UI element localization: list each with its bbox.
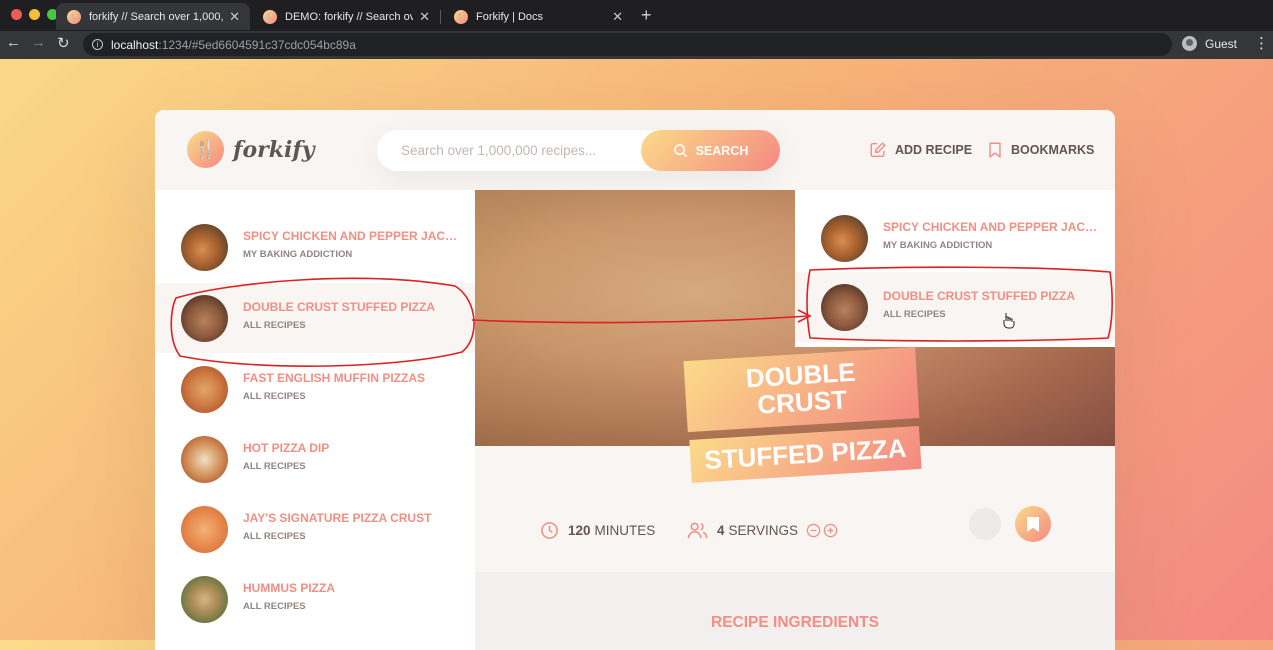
bookmark-icon	[1027, 516, 1039, 532]
tab-title: forkify // Search over 1,000,000 recipes	[89, 10, 224, 23]
cooking-time: 120 MINUTES	[540, 521, 655, 540]
recipe-thumbnail	[181, 436, 228, 483]
close-window-button[interactable]	[11, 9, 22, 20]
clock-icon	[541, 522, 558, 539]
fork-knife-icon: 🍴	[187, 131, 224, 168]
back-arrow-icon[interactable]: ←	[6, 34, 21, 51]
result-item[interactable]: SPICY CHICKEN AND PEPPER JACK PIZZA MY B…	[155, 212, 475, 282]
info-icon[interactable]: i	[92, 39, 103, 50]
bookmark-publisher: MY BAKING ADDICTION	[883, 240, 993, 251]
browser-tab-1[interactable]: 🍴 forkify // Search over 1,000,000 recip…	[56, 3, 250, 30]
result-item[interactable]: HUMMUS PIZZA ALL RECIPES	[155, 564, 475, 634]
profile-button[interactable]: Guest	[1182, 36, 1237, 51]
bookmark-publisher: ALL RECIPES	[883, 309, 946, 320]
cooking-time-unit: MINUTES	[594, 523, 656, 538]
result-publisher: MY BAKING ADDICTION	[243, 249, 353, 260]
search-input[interactable]	[377, 130, 661, 171]
search-icon	[673, 144, 687, 158]
close-icon[interactable]: ✕	[419, 9, 430, 25]
search-form: SEARCH	[377, 130, 780, 171]
browser-menu-icon[interactable]: ⋮	[1254, 34, 1269, 52]
users-icon	[687, 522, 708, 539]
bookmark-title: SPICY CHICKEN AND PEPPER JACK PIZZA	[883, 220, 1098, 234]
minimize-window-button[interactable]	[29, 9, 40, 20]
bookmark-item[interactable]: SPICY CHICKEN AND PEPPER JACK PIZZA MY B…	[795, 203, 1115, 273]
result-title: HUMMUS PIZZA	[243, 581, 335, 595]
bookmark-item-active[interactable]: DOUBLE CRUST STUFFED PIZZA ALL RECIPES	[795, 272, 1115, 342]
forward-arrow-icon[interactable]: →	[31, 34, 46, 51]
recipe-thumbnail	[181, 295, 228, 342]
forkify-favicon-icon: 🍴	[67, 9, 81, 24]
close-icon[interactable]: ✕	[229, 9, 240, 25]
result-publisher: ALL RECIPES	[243, 461, 306, 472]
address-bar[interactable]: i localhost:1234/#5ed6604591c37cdc054bc8…	[83, 33, 1172, 56]
profile-label: Guest	[1205, 36, 1238, 51]
tab-separator	[440, 10, 441, 24]
bookmark-recipe-button[interactable]	[1015, 506, 1051, 542]
close-icon[interactable]: ✕	[612, 9, 623, 25]
recipe-thumbnail	[821, 215, 868, 262]
add-recipe-button[interactable]: ADD RECIPE	[869, 141, 972, 159]
search-button[interactable]: SEARCH	[641, 130, 780, 171]
recipe-thumbnail	[181, 366, 228, 413]
ingredients-heading: RECIPE INGREDIENTS	[711, 614, 879, 631]
result-title: HOT PIZZA DIP	[243, 441, 330, 455]
servings: 4 SERVINGS	[687, 521, 838, 540]
reload-icon[interactable]: ↻	[57, 34, 70, 52]
browser-tab-3[interactable]: 🍴 Forkify | Docs ✕	[443, 3, 633, 30]
browser-toolbar: ← → ↻ i localhost:1234/#5ed6604591c37cdc…	[0, 31, 1273, 59]
bookmark-title: DOUBLE CRUST STUFFED PIZZA	[883, 289, 1075, 303]
app-header: 🍴 forkify SEARCH ADD RECIPE BOOKMARK	[155, 110, 1115, 190]
recipe-thumbnail	[181, 224, 228, 271]
result-publisher: ALL RECIPES	[243, 601, 306, 612]
recipe-title-line: STUFFED PIZZA	[689, 425, 922, 483]
url-host: localhost	[111, 37, 159, 52]
bookmark-icon	[989, 142, 1001, 159]
url-path: :1234/#5ed6604591c37cdc054bc89a	[158, 37, 356, 52]
servings-unit: SERVINGS	[728, 523, 799, 538]
forkify-favicon-icon: 🍴	[454, 9, 468, 24]
recipe-title: DOUBLE CRUST STUFFED PIZZA	[683, 343, 922, 487]
cooking-time-value: 120	[568, 523, 591, 538]
forkify-favicon-icon: 🍴	[263, 9, 277, 24]
logo[interactable]: 🍴 forkify	[187, 131, 315, 168]
new-tab-button[interactable]: +	[641, 5, 652, 26]
result-publisher: ALL RECIPES	[243, 531, 306, 542]
browser-tab-2[interactable]: 🍴 DEMO: forkify // Search over 1,000,000…	[252, 3, 440, 30]
browser-tab-strip: 🍴 forkify // Search over 1,000,000 recip…	[0, 0, 1273, 31]
bookmarks-label: BOOKMARKS	[1011, 143, 1095, 157]
recipe-thumbnail	[821, 284, 868, 331]
forkify-app: 🍴 forkify SEARCH ADD RECIPE BOOKMARK	[155, 110, 1115, 650]
plus-circle-icon[interactable]	[823, 523, 838, 538]
recipe-title-line: DOUBLE CRUST	[683, 347, 920, 432]
recipe-thumbnail	[181, 506, 228, 553]
logo-text: forkify	[233, 136, 315, 163]
bookmarks-button[interactable]: BOOKMARKS	[987, 141, 1094, 159]
result-title: JAY'S SIGNATURE PIZZA CRUST	[243, 511, 432, 525]
result-publisher: ALL RECIPES	[243, 320, 306, 331]
result-item-active[interactable]: DOUBLE CRUST STUFFED PIZZA ALL RECIPES	[155, 283, 475, 353]
search-button-label: SEARCH	[695, 143, 749, 158]
recipe-ingredients: RECIPE INGREDIENTS	[475, 572, 1115, 650]
bookmarks-dropdown: SPICY CHICKEN AND PEPPER JACK PIZZA MY B…	[795, 190, 1115, 347]
result-item[interactable]: JAY'S SIGNATURE PIZZA CRUST ALL RECIPES	[155, 494, 475, 564]
profile-avatar-icon	[1182, 36, 1197, 51]
tab-title: Forkify | Docs	[476, 10, 544, 23]
result-item[interactable]: HOT PIZZA DIP ALL RECIPES	[155, 424, 475, 494]
servings-controls	[806, 523, 838, 538]
result-title: FAST ENGLISH MUFFIN PIZZAS	[243, 371, 425, 385]
result-title: SPICY CHICKEN AND PEPPER JACK PIZZA	[243, 229, 458, 243]
result-item[interactable]: FAST ENGLISH MUFFIN PIZZAS ALL RECIPES	[155, 354, 475, 424]
result-publisher: ALL RECIPES	[243, 391, 306, 402]
result-title: DOUBLE CRUST STUFFED PIZZA	[243, 300, 435, 314]
minus-circle-icon[interactable]	[806, 523, 821, 538]
tab-title: DEMO: forkify // Search over 1,000,000 r…	[285, 10, 414, 23]
user-generated-badge	[969, 508, 1001, 540]
edit-icon	[870, 142, 886, 158]
add-recipe-label: ADD RECIPE	[895, 143, 973, 157]
servings-value: 4	[717, 523, 725, 538]
recipe-thumbnail	[181, 576, 228, 623]
search-results: SPICY CHICKEN AND PEPPER JACK PIZZA MY B…	[155, 190, 475, 650]
